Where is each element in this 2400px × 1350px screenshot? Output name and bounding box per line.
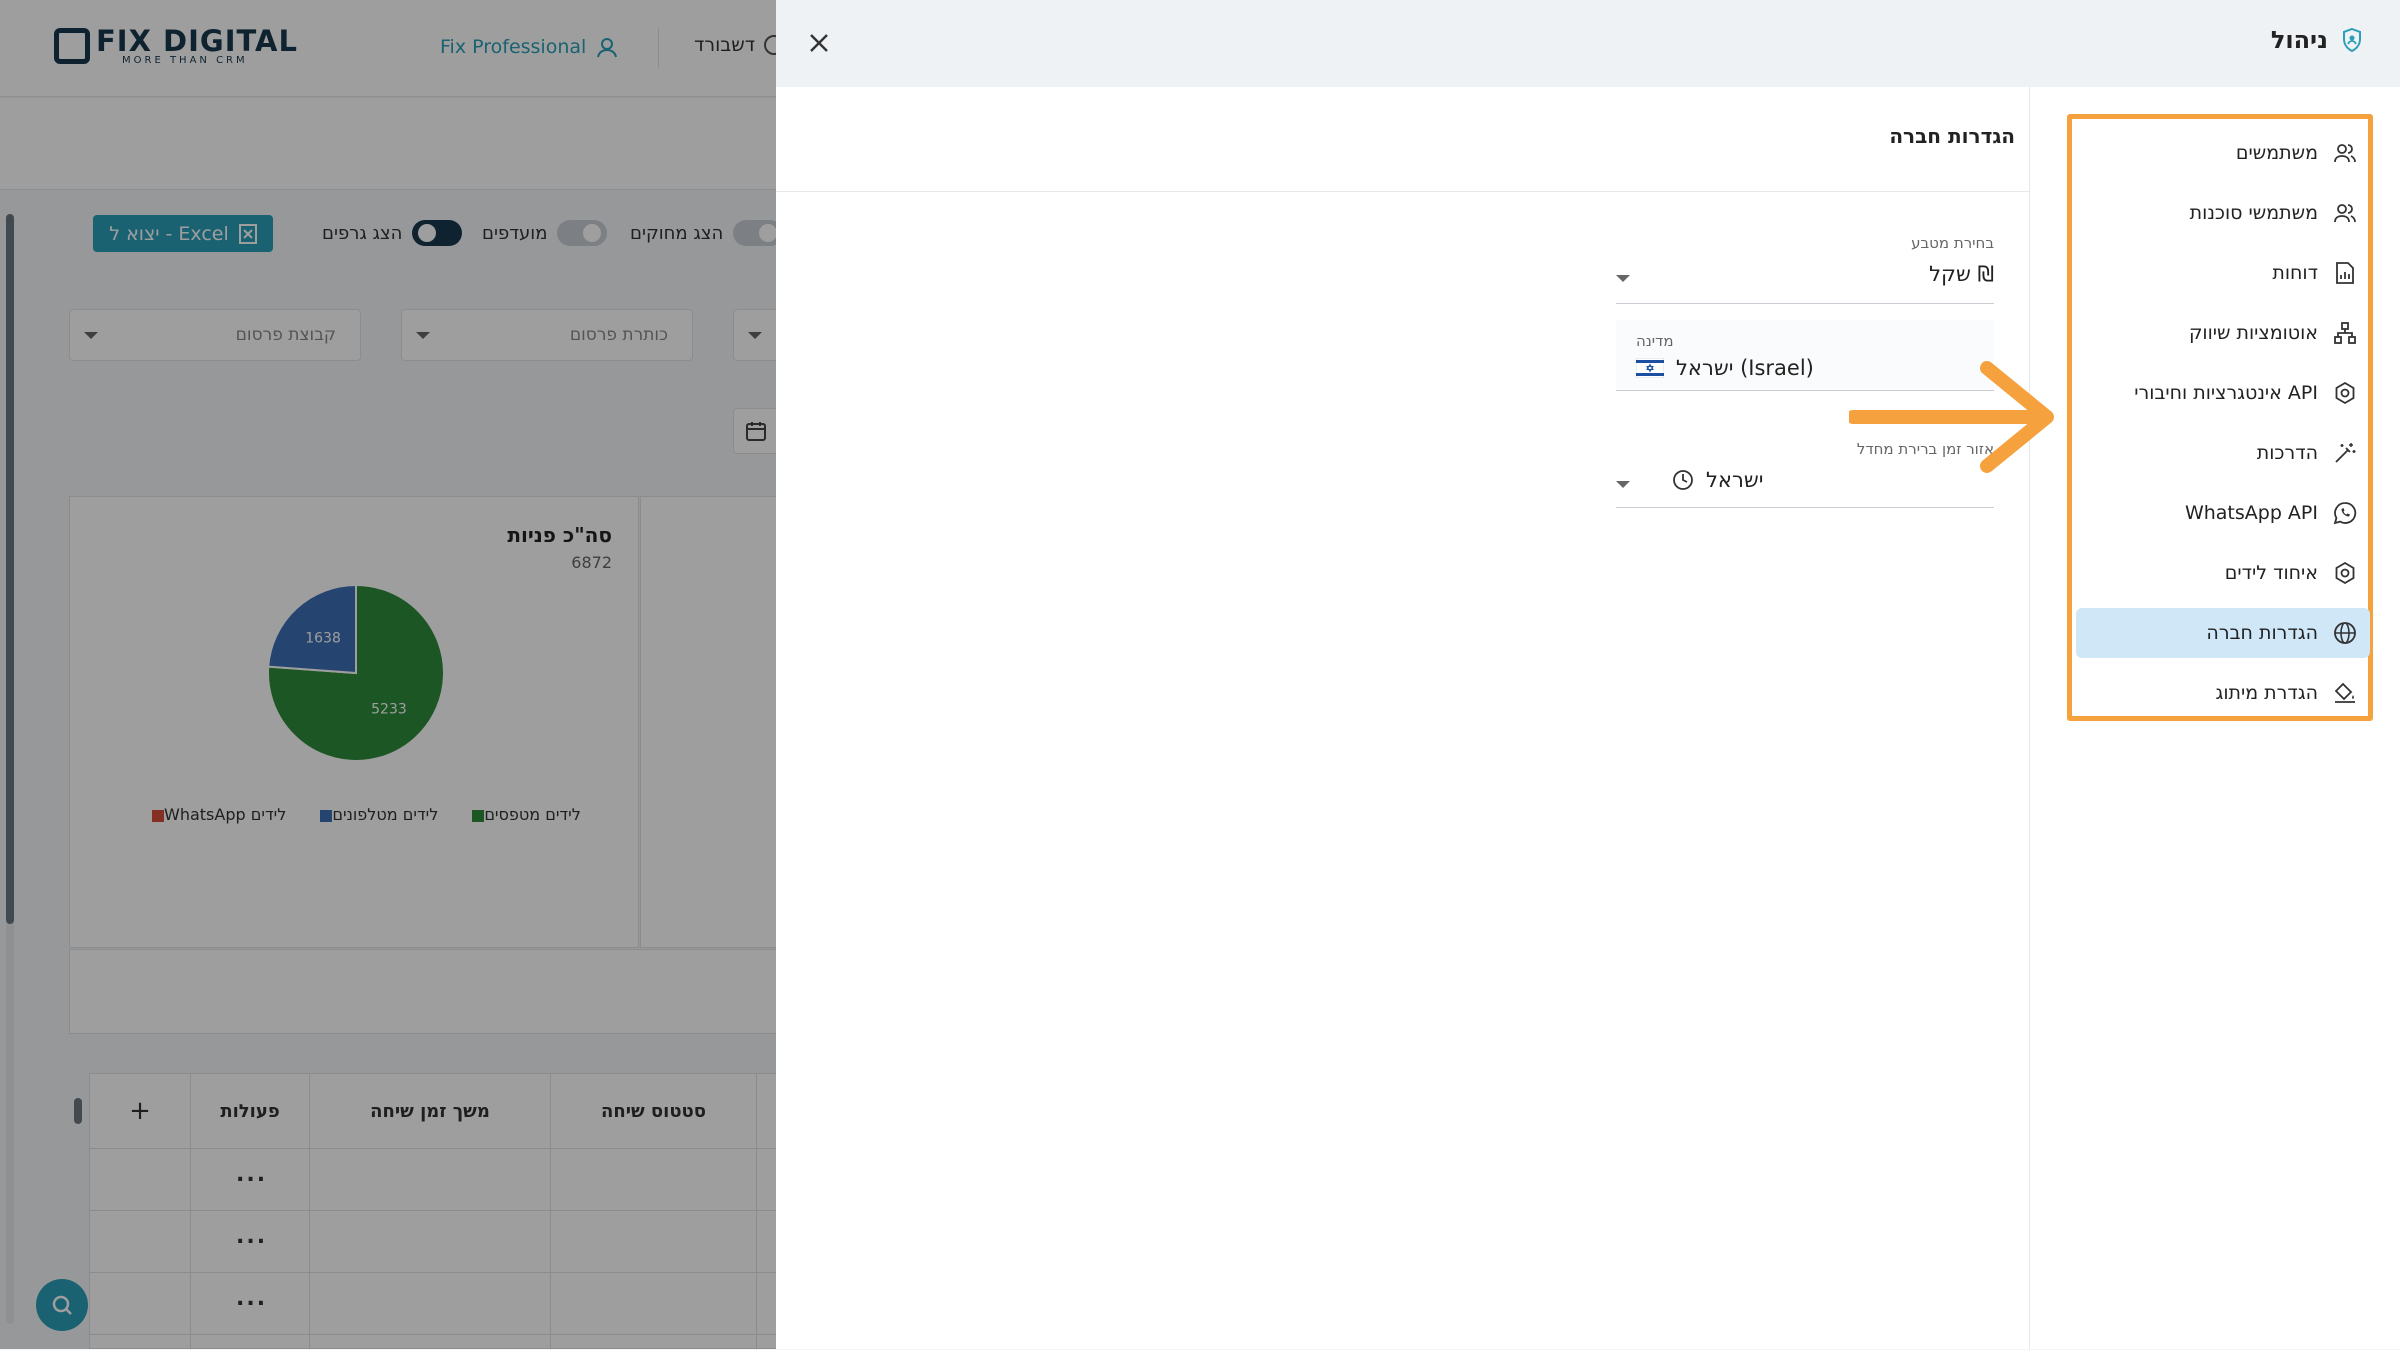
country-value: ישראל (Israel) <box>1636 356 1814 380</box>
integration-gear-icon <box>2332 380 2358 406</box>
agency-users-icon <box>2332 200 2358 226</box>
reports-icon <box>2332 260 2358 286</box>
nav-item-branding[interactable]: הגדרת מיתוג <box>2076 668 2370 718</box>
users-icon <box>2332 140 2358 166</box>
timezone-value: ישראל <box>1672 468 1763 492</box>
nav-item-company-settings[interactable]: הגדרות חברה <box>2076 608 2370 658</box>
nav-item-label: משתמשים <box>2235 142 2318 164</box>
nav-item-tutorials[interactable]: הדרכות <box>2076 428 2370 478</box>
israel-flag-icon <box>1636 358 1664 378</box>
annotation-arrow-icon <box>1849 361 2054 473</box>
nav-item-label: אוטומציות שיווק <box>2188 322 2318 344</box>
nav-item-integrations-api[interactable]: אינטגרציות וחיבורי API <box>2076 368 2370 418</box>
nav-item-agency-users[interactable]: משתמשי סוכנות <box>2076 188 2370 238</box>
drawer-title: ניהול <box>2271 26 2364 54</box>
currency-select[interactable]: בחירת מטבע שקל ₪ <box>1616 234 1994 304</box>
whatsapp-icon <box>2332 500 2358 526</box>
globe-icon <box>2332 620 2358 646</box>
nav-item-label: דוחות <box>2272 262 2318 284</box>
chevron-down-icon <box>1616 275 1630 282</box>
clock-icon <box>1672 469 1694 491</box>
section-title: הגדרות חברה <box>1889 124 2015 148</box>
magic-wand-icon <box>2332 440 2358 466</box>
country-label: מדינה <box>1636 332 1674 350</box>
nav-item-whatsapp-api[interactable]: WhatsApp API <box>2076 488 2370 538</box>
currency-label: בחירת מטבע <box>1911 234 1994 252</box>
nav-item-reports[interactable]: דוחות <box>2076 248 2370 298</box>
management-drawer: ניהול משתמשים משתמשי סוכנות דוחות אוטומצ… <box>776 0 2400 1349</box>
nav-item-label: אינטגרציות וחיבורי API <box>2134 382 2318 404</box>
automation-icon <box>2332 320 2358 346</box>
nav-item-label: משתמשי סוכנות <box>2189 202 2318 224</box>
nav-item-label: הגדרת מיתוג <box>2215 682 2318 704</box>
chevron-down-icon <box>1616 481 1630 488</box>
nav-item-label: הדרכות <box>2256 442 2318 464</box>
nav-item-merge-leads[interactable]: איחוד לידים <box>2076 548 2370 598</box>
nav-item-label: WhatsApp API <box>2184 502 2318 524</box>
country-text: ישראל (Israel) <box>1676 356 1814 380</box>
nav-divider <box>2029 87 2030 1349</box>
nav-item-marketing-automation[interactable]: אוטומציות שיווק <box>2076 308 2370 358</box>
drawer-title-text: ניהול <box>2270 26 2328 54</box>
section-divider <box>776 191 2029 192</box>
close-icon <box>808 32 830 54</box>
merge-gear-icon <box>2332 560 2358 586</box>
close-button[interactable] <box>802 26 836 60</box>
drawer-header: ניהול <box>776 0 2400 87</box>
paint-bucket-icon <box>2332 680 2358 706</box>
settings-nav-highlighted: משתמשים משתמשי סוכנות דוחות אוטומציות שי… <box>2067 114 2373 721</box>
shield-icon <box>2340 27 2364 53</box>
currency-value: שקל ₪ <box>1929 262 1994 286</box>
timezone-text: ישראל <box>1706 468 1764 492</box>
nav-item-users[interactable]: משתמשים <box>2076 128 2370 178</box>
nav-item-label: הגדרות חברה <box>2206 622 2318 644</box>
nav-item-label: איחוד לידים <box>2224 562 2318 584</box>
